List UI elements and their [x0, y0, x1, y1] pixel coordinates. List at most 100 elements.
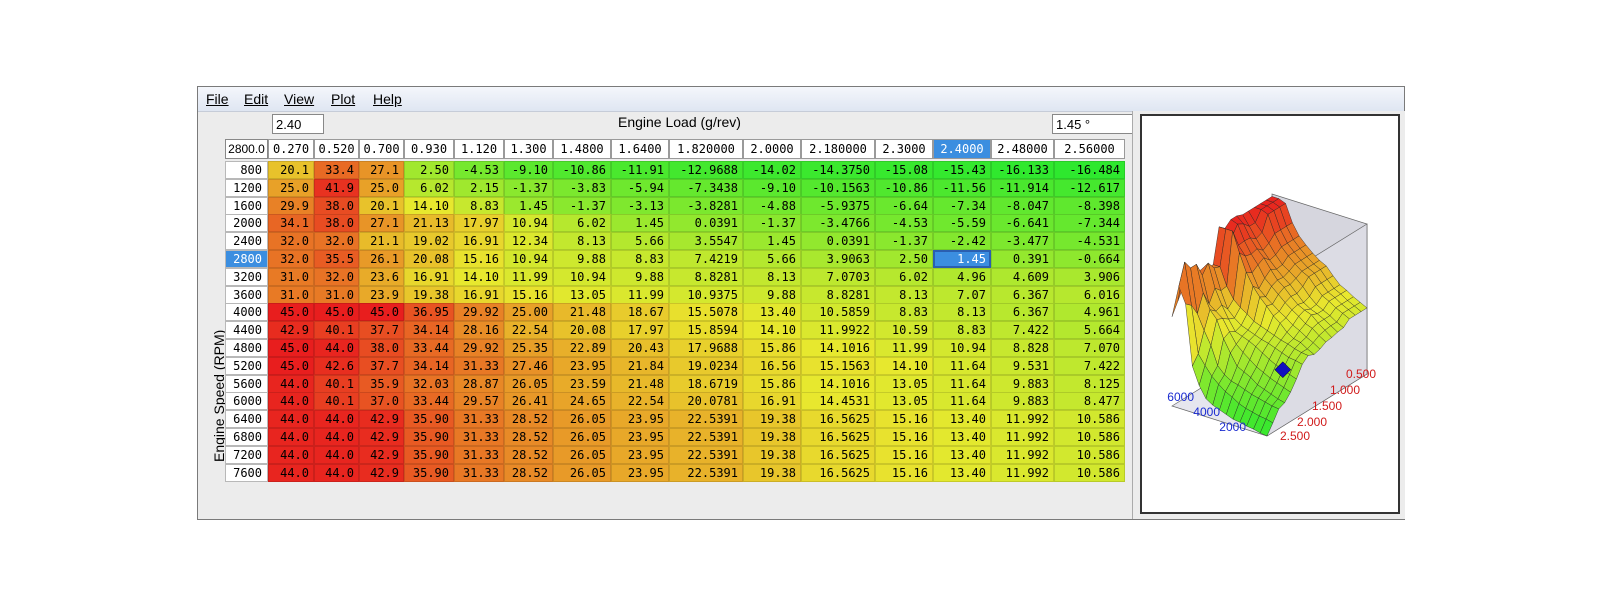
table-cell[interactable]: 36.95	[404, 303, 454, 322]
table-cell[interactable]: 44.0	[268, 463, 314, 482]
table-cell[interactable]: 5.664	[1054, 321, 1125, 340]
table-cell[interactable]: 7.07	[933, 285, 991, 304]
table-cell[interactable]: 11.992	[991, 428, 1054, 446]
table-cell[interactable]: -2.42	[933, 232, 991, 251]
table-cell[interactable]: 0.391	[991, 250, 1054, 268]
table-cell[interactable]: 35.5	[314, 250, 359, 268]
table-cell[interactable]: 14.4531	[801, 392, 875, 411]
table-cell[interactable]: 13.40	[933, 410, 991, 429]
table-cell[interactable]: 6.02	[553, 214, 611, 233]
table-cell[interactable]: 31.33	[454, 356, 504, 375]
table-cell[interactable]: 33.44	[404, 339, 454, 357]
table-cell[interactable]: 4.609	[991, 267, 1054, 286]
table-cell[interactable]: 8.477	[1054, 392, 1125, 411]
table-cell[interactable]: 11.64	[933, 392, 991, 411]
table-cell[interactable]: -8.047	[991, 196, 1054, 215]
table-cell[interactable]: 45.0	[314, 303, 359, 322]
table-cell[interactable]: 18.6719	[669, 374, 743, 393]
table-cell[interactable]: -10.86	[553, 161, 611, 179]
table-cell[interactable]: 15.1563	[801, 356, 875, 375]
table-cell[interactable]: 7.422	[991, 321, 1054, 340]
table-cell[interactable]: 45.0	[268, 303, 314, 322]
table-cell[interactable]: 26.05	[553, 410, 611, 429]
table-cell[interactable]: 8.8281	[669, 267, 743, 286]
row-header[interactable]: 800	[225, 161, 268, 179]
table-cell[interactable]: 42.9	[359, 445, 404, 464]
table-cell[interactable]: -1.37	[875, 232, 933, 251]
table-cell[interactable]: 4.961	[1054, 303, 1125, 322]
table-cell[interactable]: 42.9	[359, 428, 404, 446]
table-cell[interactable]: 14.10	[743, 321, 801, 340]
table-cell[interactable]: -16.133	[991, 161, 1054, 179]
table-cell[interactable]: 14.10	[454, 267, 504, 286]
table-cell[interactable]: 19.0234	[669, 356, 743, 375]
table-cell[interactable]: 42.6	[314, 356, 359, 375]
table-cell[interactable]: 10.94	[933, 339, 991, 357]
table-cell[interactable]: 1.45	[611, 214, 669, 233]
table-cell[interactable]: 34.1	[268, 214, 314, 233]
table-cell[interactable]: 27.1	[359, 161, 404, 179]
table-cell[interactable]: -11.91	[611, 161, 669, 179]
table-cell[interactable]: 35.90	[404, 445, 454, 464]
table-cell[interactable]: 40.1	[314, 392, 359, 411]
table-cell[interactable]: 22.89	[553, 339, 611, 357]
table-cell[interactable]: 2.50	[875, 250, 933, 268]
load-value-field[interactable]: 2.40	[272, 114, 324, 134]
table-cell[interactable]: 16.91	[454, 285, 504, 304]
table-cell[interactable]: -5.9375	[801, 196, 875, 215]
column-header[interactable]: 1.6400	[611, 139, 669, 159]
table-cell[interactable]: 23.6	[359, 267, 404, 286]
table-cell[interactable]: 8.83	[611, 250, 669, 268]
table-cell[interactable]: 25.00	[504, 303, 553, 322]
table-cell[interactable]: 15.86	[743, 339, 801, 357]
table-cell[interactable]: -7.34	[933, 196, 991, 215]
table-cell[interactable]: 44.0	[268, 428, 314, 446]
table-cell[interactable]: 1.45	[504, 196, 553, 215]
table-cell[interactable]: -1.37	[743, 214, 801, 233]
table-cell[interactable]: 6.016	[1054, 285, 1125, 304]
table-cell[interactable]: 44.0	[314, 428, 359, 446]
table-cell[interactable]: -10.1563	[801, 178, 875, 197]
table-cell[interactable]: 32.0	[268, 250, 314, 268]
table-cell[interactable]: 8.83	[454, 196, 504, 215]
table-cell[interactable]: 31.0	[268, 285, 314, 304]
row-header[interactable]: 6400	[225, 410, 268, 429]
table-cell[interactable]: 11.992	[991, 410, 1054, 429]
table-cell[interactable]: 17.9688	[669, 339, 743, 357]
table-cell[interactable]: 21.48	[553, 303, 611, 322]
table-cell[interactable]: 16.91	[454, 232, 504, 251]
table-cell[interactable]: -6.641	[991, 214, 1054, 233]
table-cell[interactable]: 3.9063	[801, 250, 875, 268]
table-cell[interactable]: 22.54	[504, 321, 553, 340]
table-cell[interactable]: 42.9	[359, 463, 404, 482]
table-cell[interactable]: 42.9	[268, 321, 314, 340]
table-cell[interactable]: 45.0	[268, 339, 314, 357]
table-cell[interactable]: 28.16	[454, 321, 504, 340]
table-cell[interactable]: 28.87	[454, 374, 504, 393]
table-cell[interactable]: 14.1016	[801, 339, 875, 357]
table-cell[interactable]: 21.84	[611, 356, 669, 375]
table-cell[interactable]: 38.0	[359, 339, 404, 357]
table-cell[interactable]: 24.65	[553, 392, 611, 411]
table-cell[interactable]: 44.0	[268, 392, 314, 411]
table-cell[interactable]: 5.66	[743, 250, 801, 268]
table-cell[interactable]: 13.05	[875, 392, 933, 411]
table-cell[interactable]: 16.5625	[801, 463, 875, 482]
table-cell[interactable]: 14.1016	[801, 374, 875, 393]
table-cell[interactable]: 33.44	[404, 392, 454, 411]
table-cell[interactable]: 8.13	[553, 232, 611, 251]
table-cell[interactable]: 25.0	[359, 178, 404, 197]
row-header[interactable]: 2000	[225, 214, 268, 233]
column-header[interactable]: 0.930	[404, 139, 454, 159]
table-cell[interactable]: 45.0	[268, 356, 314, 375]
table-cell[interactable]: -12.617	[1054, 178, 1125, 197]
table-cell[interactable]: 23.95	[553, 356, 611, 375]
table-cell[interactable]: 29.57	[454, 392, 504, 411]
table-cell[interactable]: -9.10	[504, 161, 553, 179]
table-cell[interactable]: 44.0	[314, 463, 359, 482]
table-cell[interactable]: 33.4	[314, 161, 359, 179]
table-cell[interactable]: 13.40	[933, 445, 991, 464]
table-cell[interactable]: 10.59	[875, 321, 933, 340]
table-cell[interactable]: 26.05	[553, 463, 611, 482]
table-cell[interactable]: 31.33	[454, 463, 504, 482]
